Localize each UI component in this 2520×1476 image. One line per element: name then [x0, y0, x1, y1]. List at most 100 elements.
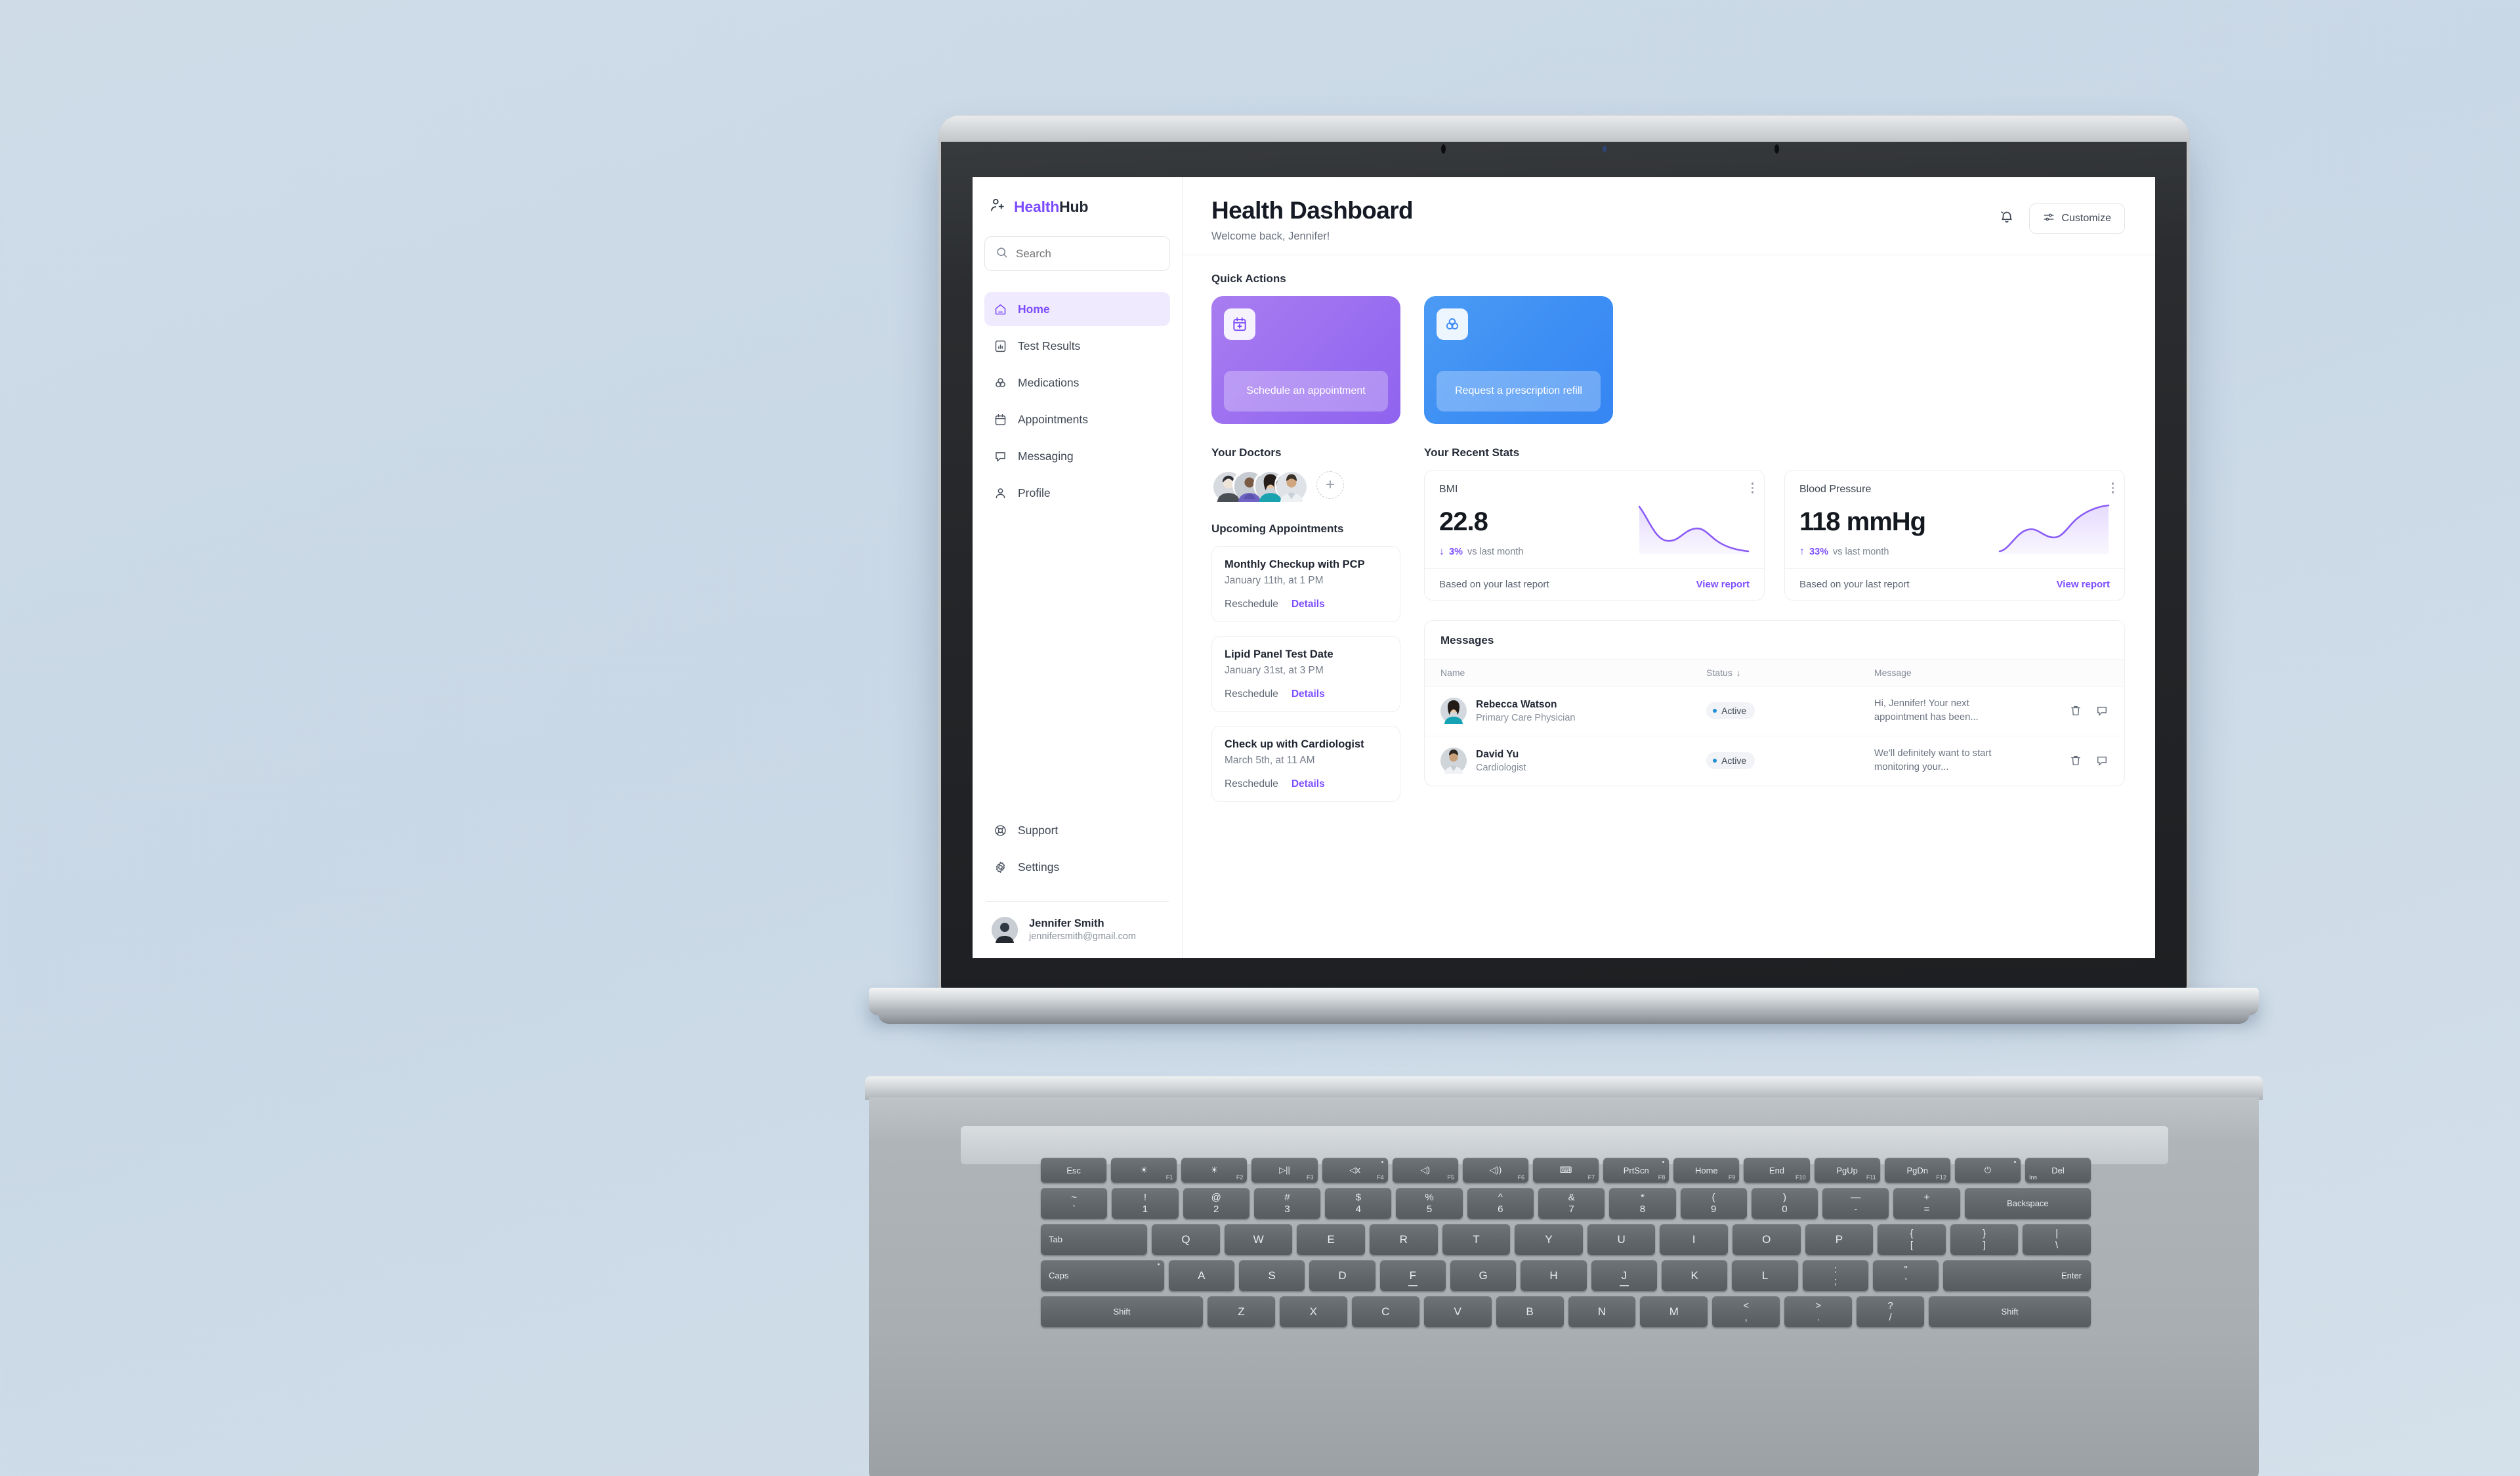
sidebar-item-settings[interactable]: Settings [984, 850, 1170, 884]
key-bracket-right[interactable]: }] [1950, 1224, 2019, 1255]
key-i[interactable]: I [1660, 1224, 1728, 1255]
key-s[interactable]: S [1238, 1260, 1305, 1291]
key-f1[interactable]: ☀ F1 [1111, 1158, 1177, 1183]
sidebar-item-medications[interactable]: Medications [984, 366, 1170, 400]
key-2[interactable]: @2 [1183, 1188, 1250, 1219]
key-b[interactable]: B [1496, 1296, 1564, 1327]
key-z[interactable]: Z [1207, 1296, 1275, 1327]
key-t[interactable]: T [1442, 1224, 1511, 1255]
key-equals[interactable]: + = [1893, 1188, 1960, 1219]
key-4[interactable]: $4 [1325, 1188, 1392, 1219]
bell-icon[interactable] [1999, 209, 2015, 228]
key-backtick[interactable]: ~ ` [1041, 1188, 1108, 1219]
key-slash[interactable]: ? / [1857, 1296, 1925, 1327]
key-f8-prtscn[interactable]: PrtScn F8 [1603, 1158, 1670, 1183]
add-doctor-button[interactable]: + [1316, 471, 1344, 499]
appointment-card[interactable]: Check up with Cardiologist March 5th, at… [1211, 726, 1400, 802]
key-f6[interactable]: ◁)) F6 [1462, 1158, 1528, 1183]
key-esc[interactable]: Esc [1041, 1158, 1107, 1183]
key-g[interactable]: G [1450, 1260, 1517, 1291]
key-f4[interactable]: ◁x F4 [1322, 1158, 1388, 1183]
reschedule-link[interactable]: Reschedule [1225, 599, 1278, 610]
key-q[interactable]: Q [1152, 1224, 1220, 1255]
trash-icon[interactable] [2069, 704, 2082, 717]
quick-action-prescription-refill[interactable]: Request a prescription refill [1424, 296, 1613, 424]
key-quote[interactable]: " ' [1873, 1260, 1939, 1291]
table-row[interactable]: David Yu Cardiologist Active We'll defin… [1425, 736, 2124, 785]
key-enter[interactable]: Enter [1943, 1260, 2091, 1291]
quick-action-schedule-appointment[interactable]: Schedule an appointment [1211, 296, 1400, 424]
key-9[interactable]: (9 [1680, 1188, 1747, 1219]
key-a[interactable]: A [1168, 1260, 1234, 1291]
key-bracket-left[interactable]: {[ [1878, 1224, 1946, 1255]
key-f2[interactable]: ☀ F2 [1181, 1158, 1248, 1183]
column-header-message[interactable]: Message [1858, 659, 2042, 686]
key-o[interactable]: O [1732, 1224, 1801, 1255]
key-m[interactable]: M [1640, 1296, 1708, 1327]
sidebar-user-profile[interactable]: Jennifer Smith jennifersmith@gmail.com [984, 915, 1170, 945]
key-l[interactable]: L [1732, 1260, 1798, 1291]
key-f5[interactable]: ◁) F5 [1392, 1158, 1458, 1183]
key-backslash[interactable]: | \ [2023, 1224, 2091, 1255]
appointment-card[interactable]: Monthly Checkup with PCP January 11th, a… [1211, 546, 1400, 622]
key-shift-right[interactable]: Shift [1929, 1296, 2091, 1327]
key-v[interactable]: V [1423, 1296, 1492, 1327]
details-link[interactable]: Details [1292, 778, 1325, 790]
table-row[interactable]: Rebecca Watson Primary Care Physician Ac… [1425, 686, 2124, 736]
chat-bubble-icon[interactable] [2095, 754, 2109, 767]
key-u[interactable]: U [1587, 1224, 1656, 1255]
key-y[interactable]: Y [1515, 1224, 1583, 1255]
key-d[interactable]: D [1309, 1260, 1376, 1291]
key-minus[interactable]: — - [1822, 1188, 1889, 1219]
reschedule-link[interactable]: Reschedule [1225, 778, 1278, 790]
sidebar-item-messaging[interactable]: Messaging [984, 439, 1170, 473]
reschedule-link[interactable]: Reschedule [1225, 688, 1278, 700]
key-8[interactable]: * 8 [1609, 1188, 1676, 1219]
key-shift-left[interactable]: Shift [1041, 1296, 1203, 1327]
key-capslock[interactable]: Caps [1041, 1260, 1164, 1291]
stat-menu-button[interactable] [2111, 482, 2114, 494]
key-1[interactable]: ! 1 [1112, 1188, 1179, 1219]
key-f3[interactable]: ▷|| F3 [1251, 1158, 1318, 1183]
search-input[interactable] [1016, 247, 1159, 261]
key-f11-pgup[interactable]: PgUp F11 [1814, 1158, 1880, 1183]
key-e[interactable]: E [1297, 1224, 1365, 1255]
key-delete[interactable]: Del Ins [2025, 1158, 2091, 1183]
chat-bubble-icon[interactable] [2095, 704, 2109, 717]
key-c[interactable]: C [1351, 1296, 1419, 1327]
key-w[interactable]: W [1224, 1224, 1293, 1255]
key-n[interactable]: N [1568, 1296, 1636, 1327]
details-link[interactable]: Details [1292, 599, 1325, 610]
key-backspace[interactable]: Backspace [1964, 1188, 2091, 1219]
sidebar-item-profile[interactable]: Profile [984, 476, 1170, 510]
key-6[interactable]: ^ 6 [1467, 1188, 1534, 1219]
key-x[interactable]: X [1279, 1296, 1347, 1327]
key-k[interactable]: K [1662, 1260, 1728, 1291]
key-f[interactable]: F [1379, 1260, 1446, 1291]
key-7[interactable]: & 7 [1538, 1188, 1605, 1219]
trash-icon[interactable] [2069, 754, 2082, 767]
customize-button[interactable]: Customize [2029, 203, 2125, 234]
column-header-name[interactable]: Name [1425, 659, 1691, 686]
key-3[interactable]: #3 [1253, 1188, 1321, 1219]
doctor-avatar[interactable] [1274, 470, 1307, 502]
key-period[interactable]: >. [1784, 1296, 1853, 1327]
key-comma[interactable]: <, [1712, 1296, 1780, 1327]
key-semicolon[interactable]: :; [1802, 1260, 1869, 1291]
key-r[interactable]: R [1370, 1224, 1438, 1255]
view-report-link[interactable]: View report [2057, 579, 2110, 590]
appointment-card[interactable]: Lipid Panel Test Date January 31st, at 3… [1211, 636, 1400, 712]
key-5[interactable]: % 5 [1396, 1188, 1463, 1219]
sidebar-item-test-results[interactable]: Test Results [984, 329, 1170, 363]
view-report-link[interactable]: View report [1696, 579, 1750, 590]
key-f7[interactable]: ⌨ F7 [1532, 1158, 1599, 1183]
key-j[interactable]: J [1591, 1260, 1657, 1291]
key-power[interactable]: ⏻ [1954, 1158, 2021, 1183]
sidebar-item-support[interactable]: Support [984, 813, 1170, 847]
key-p[interactable]: P [1805, 1224, 1874, 1255]
key-f9-home[interactable]: Home F9 [1673, 1158, 1740, 1183]
search-box[interactable] [984, 236, 1170, 271]
key-f10-end[interactable]: End F10 [1744, 1158, 1810, 1183]
column-header-status[interactable]: Status ↓ [1690, 659, 1858, 686]
details-link[interactable]: Details [1292, 688, 1325, 700]
